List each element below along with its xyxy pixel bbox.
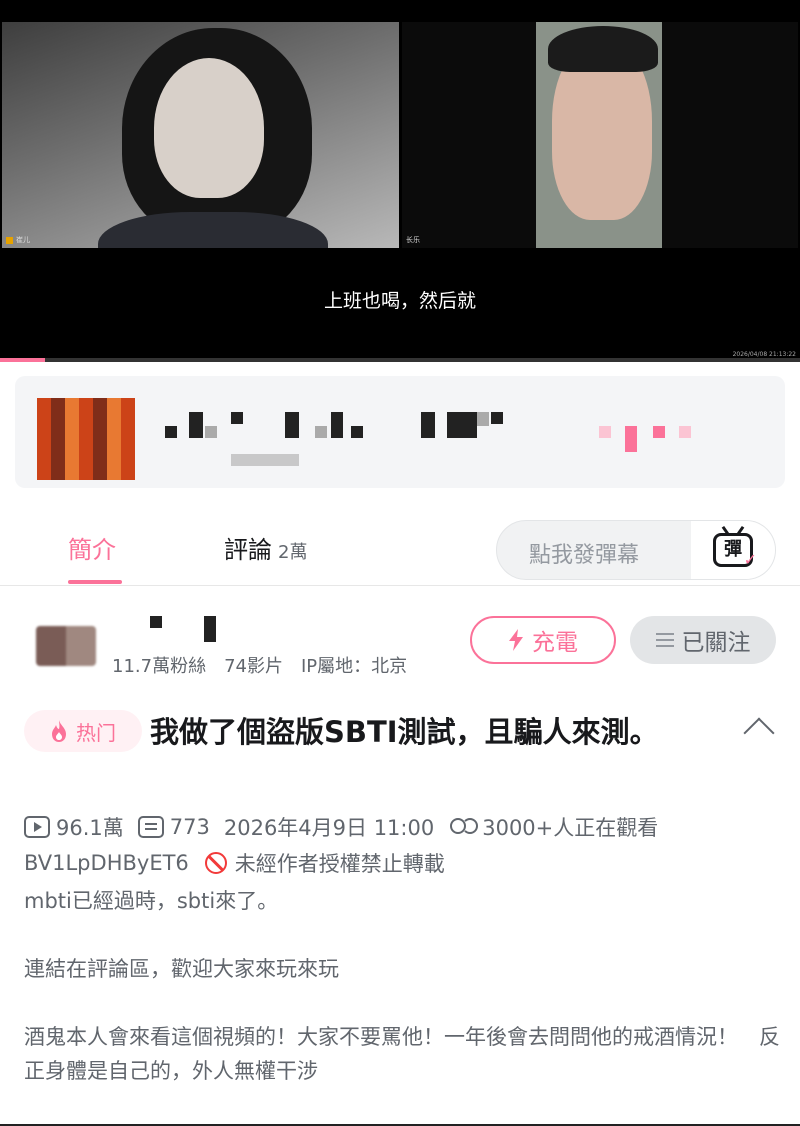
lightning-icon [509, 629, 523, 651]
description-line: mbti已經過時，sbti來了。 [24, 889, 279, 913]
redacted-username [204, 616, 216, 642]
view-count-value: 96.1萬 [56, 816, 124, 840]
redacted-text [231, 412, 243, 424]
menu-icon [655, 633, 674, 647]
redacted-text [315, 426, 327, 438]
viewers-icon [448, 816, 479, 838]
progress-bar[interactable] [0, 358, 800, 362]
chevron-up-icon[interactable] [743, 717, 775, 749]
view-count: 96.1萬 [24, 812, 124, 842]
redacted-text [165, 426, 177, 438]
no-repost-icon [204, 852, 227, 874]
person-hair [548, 26, 658, 72]
danmaku-placeholder: 點我發彈幕 [529, 543, 640, 568]
video-feed-right: 长乐 [402, 22, 798, 248]
bvid[interactable]: BV1LpDHByET6 [24, 851, 189, 875]
tab-bar: 簡介 評論 2萬 點我發彈幕 彈 ✓ [0, 506, 800, 586]
feed-name-tag: 长乐 [406, 235, 420, 245]
description-line: 酒鬼本人會來看這個視頻的！大家不要罵他！一年後會去問問他的戒酒情況！ 反正身體是… [24, 1025, 780, 1083]
danmaku-input[interactable]: 點我發彈幕 彈 ✓ [496, 520, 776, 580]
redacted-username [150, 616, 162, 628]
watching-now: 3000+人正在觀看 [448, 812, 658, 842]
redacted-text [421, 412, 435, 438]
publish-time-value: 2026年4月9日 11:00 [223, 816, 435, 840]
charge-label: 充電 [532, 630, 578, 656]
watching-now-value: 3000+人正在觀看 [482, 816, 659, 840]
redacted-text [447, 412, 477, 438]
danmaku-tv-icon[interactable]: 彈 ✓ [691, 521, 775, 579]
avatar[interactable] [36, 626, 96, 666]
video-feed-left: 崔儿 [2, 22, 399, 248]
description-line: 連結在評論區，歡迎大家來玩來玩 [24, 957, 339, 981]
tab-intro[interactable]: 簡介 [68, 530, 116, 565]
follow-label: 已關注 [681, 630, 751, 656]
feed-name-tag: 崔儿 [6, 235, 30, 245]
check-icon: ✓ [743, 550, 757, 569]
danmaku-count: 773 [137, 815, 210, 839]
video-player[interactable]: 崔儿 长乐 上班也喝，然后就 2026/04/08 21:13:22 [0, 0, 800, 362]
video-description: mbti已經過時，sbti來了。 連結在評論區，歡迎大家來玩來玩 酒鬼本人會來看… [24, 884, 784, 1088]
video-timestamp: 2026/04/08 21:13:22 [732, 351, 796, 358]
host-icon [6, 236, 13, 244]
redacted-text [599, 426, 611, 438]
tab-comments-label: 評論 [224, 536, 272, 564]
feed-name-right: 长乐 [406, 236, 420, 244]
redacted-text [285, 412, 299, 438]
video-meta: 96.1萬 773 2026年4月9日 11:00 3000+人正在觀看 [24, 812, 672, 842]
feed-name-left: 崔儿 [16, 236, 30, 244]
redacted-text [331, 412, 343, 438]
uploader-row: 11.7萬粉絲 74影片 IP屬地：北京 充電 已關注 [0, 600, 800, 686]
video-subtitle: 上班也喝，然后就 [323, 290, 476, 312]
tab-comments-count: 2萬 [278, 542, 308, 563]
tab-comments[interactable]: 評論 2萬 [224, 530, 307, 565]
redacted-text [231, 454, 299, 466]
banner-thumbnail [37, 398, 135, 480]
danmaku-count-icon [137, 816, 164, 838]
repost-notice: 未經作者授權禁止轉載 [234, 852, 445, 876]
redacted-text [351, 426, 363, 438]
progress-bar-fill [0, 358, 45, 362]
video-meta-secondary: BV1LpDHByET6 未經作者授權禁止轉載 [24, 848, 445, 878]
person-face [154, 58, 264, 198]
pinned-banner[interactable] [15, 376, 785, 488]
play-count-icon [24, 816, 50, 838]
publish-time: 2026年4月9日 11:00 [224, 812, 434, 842]
tab-intro-indicator [68, 580, 122, 584]
redacted-text [491, 412, 503, 424]
redacted-text [205, 426, 217, 438]
redacted-text [653, 426, 665, 438]
redacted-text [477, 412, 489, 426]
redacted-text [189, 412, 203, 438]
person-body [98, 212, 328, 248]
follow-button[interactable]: 已關注 [630, 616, 776, 664]
video-title: 我做了個盜版SBTI測試，且騙人來測。 [150, 715, 659, 749]
charge-button[interactable]: 充電 [470, 616, 616, 664]
redacted-text [625, 426, 637, 452]
uploader-stats: 11.7萬粉絲 74影片 IP屬地：北京 [112, 656, 408, 677]
redacted-text [679, 426, 691, 438]
danmaku-count-value: 773 [169, 815, 210, 839]
